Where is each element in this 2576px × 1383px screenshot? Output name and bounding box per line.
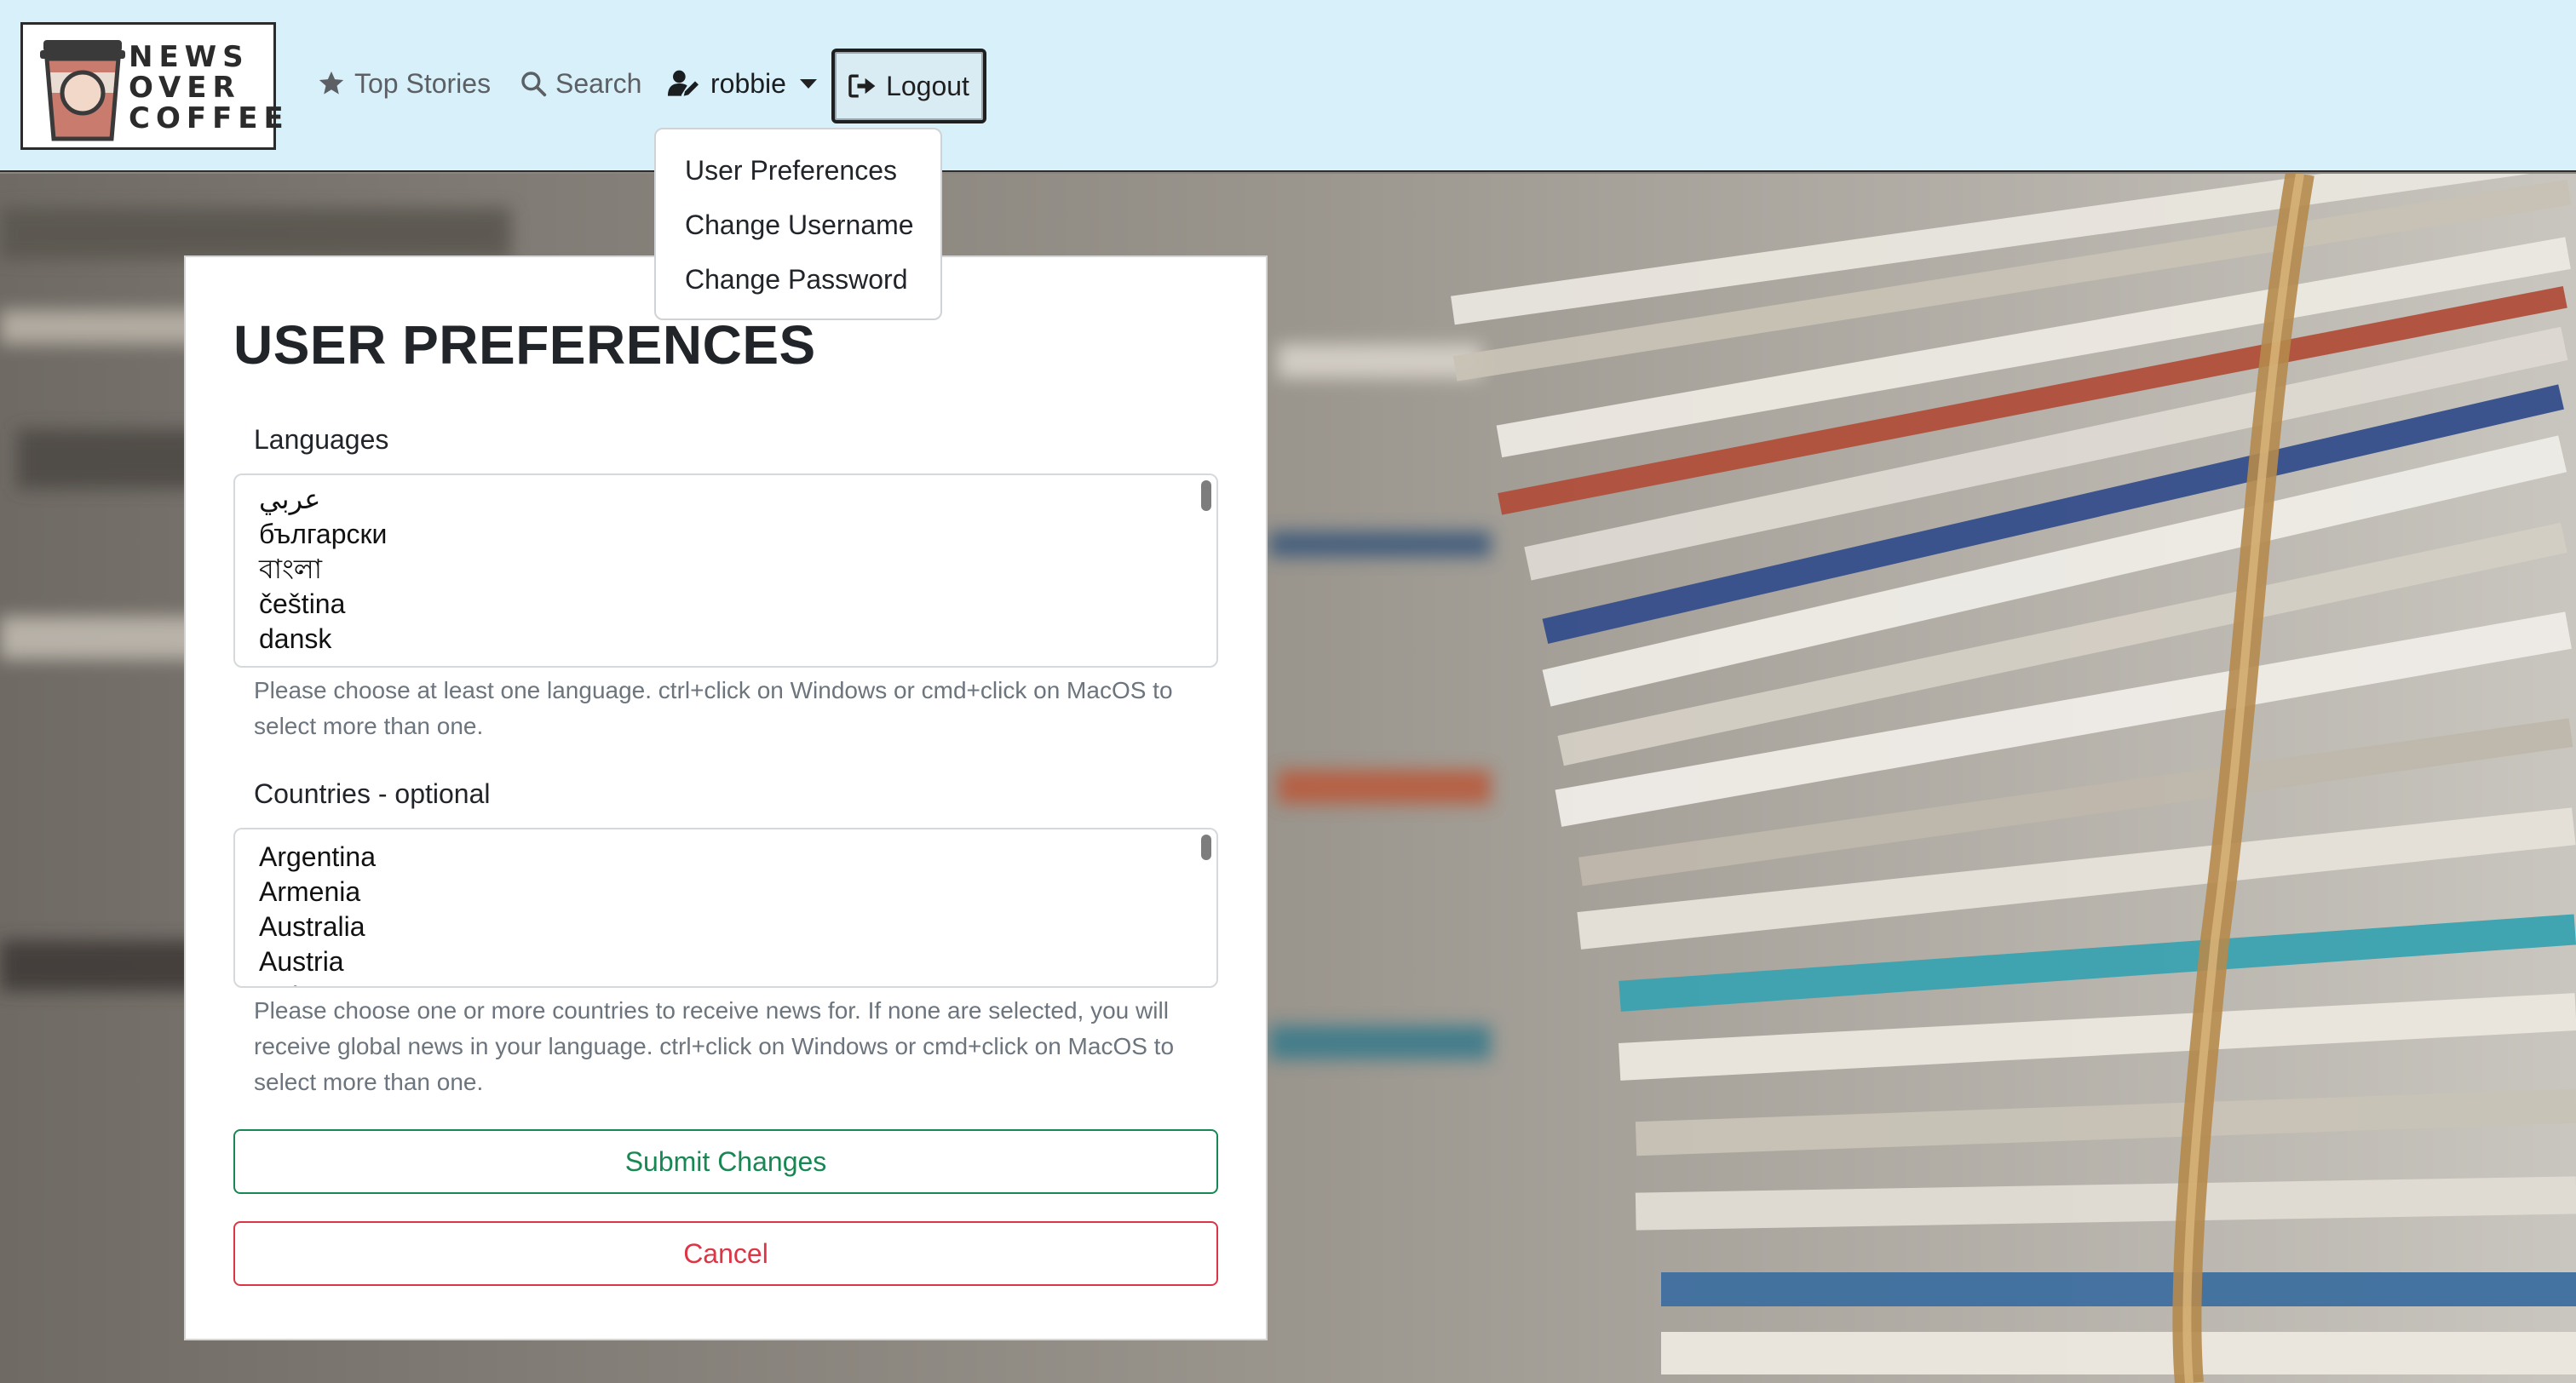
languages-scrollbar[interactable] [1201,480,1211,511]
country-option[interactable]: Belarus [259,979,1193,986]
languages-select[interactable]: عربي български বাংলা čeština dansk [233,473,1218,668]
coffee-cup-icon [40,40,125,141]
user-preferences-card: USER PREFERENCES Languages عربي българск… [184,255,1268,1340]
brand-name: NEWS OVER COFFEE [129,42,290,134]
sign-out-icon [848,74,876,98]
country-option[interactable]: Australia [259,910,1193,944]
countries-select[interactable]: Argentina Armenia Australia Austria Bela… [233,828,1218,988]
brand-line-3: COFFEE [129,101,290,135]
caret-down-icon [799,78,817,89]
nav-search-label: Search [555,67,642,99]
nav-top-stories[interactable]: Top Stories [317,61,491,106]
dropdown-item-change-password[interactable]: Change Password [656,252,940,307]
country-option[interactable]: Armenia [259,875,1193,910]
dropdown-item-user-preferences[interactable]: User Preferences [656,143,940,198]
language-option[interactable]: български [259,517,1193,552]
languages-help-text: Please choose at least one language. ctr… [254,677,1173,739]
dropdown-item-change-username[interactable]: Change Username [656,198,940,252]
nav-top-stories-label: Top Stories [354,67,492,99]
language-option[interactable]: عربي [259,482,1193,517]
language-option[interactable]: čeština [259,587,1193,622]
brand-line-2: OVER [129,71,241,105]
nav-search[interactable]: Search [520,61,641,106]
languages-label: Languages [254,424,389,455]
logout-label: Logout [886,70,969,101]
cancel-button[interactable]: Cancel [233,1221,1218,1286]
country-option[interactable]: Argentina [259,840,1193,875]
submit-changes-button[interactable]: Submit Changes [233,1129,1218,1194]
star-icon [319,71,344,95]
language-option[interactable]: বাংলা [259,552,1193,587]
user-menu-toggle[interactable]: robbie [668,61,817,106]
country-option[interactable]: Austria [259,944,1193,979]
page-title: USER PREFERENCES [233,314,816,376]
countries-help-text: Please choose one or more countries to r… [254,997,1175,1095]
navbar: NEWS OVER COFFEE Top Stories Search robb… [0,0,2576,172]
countries-scrollbar[interactable] [1201,835,1211,860]
countries-label: Countries - optional [254,778,491,809]
logout-button[interactable]: Logout [831,49,986,123]
brand-logo[interactable]: NEWS OVER COFFEE [20,22,284,150]
user-name-label: robbie [710,67,786,99]
language-option[interactable]: dansk [259,622,1193,657]
brand-line-1: NEWS [129,40,250,74]
search-icon [521,72,547,97]
user-dropdown-menu: User Preferences Change Username Change … [654,128,942,320]
user-edit-icon [668,70,699,96]
